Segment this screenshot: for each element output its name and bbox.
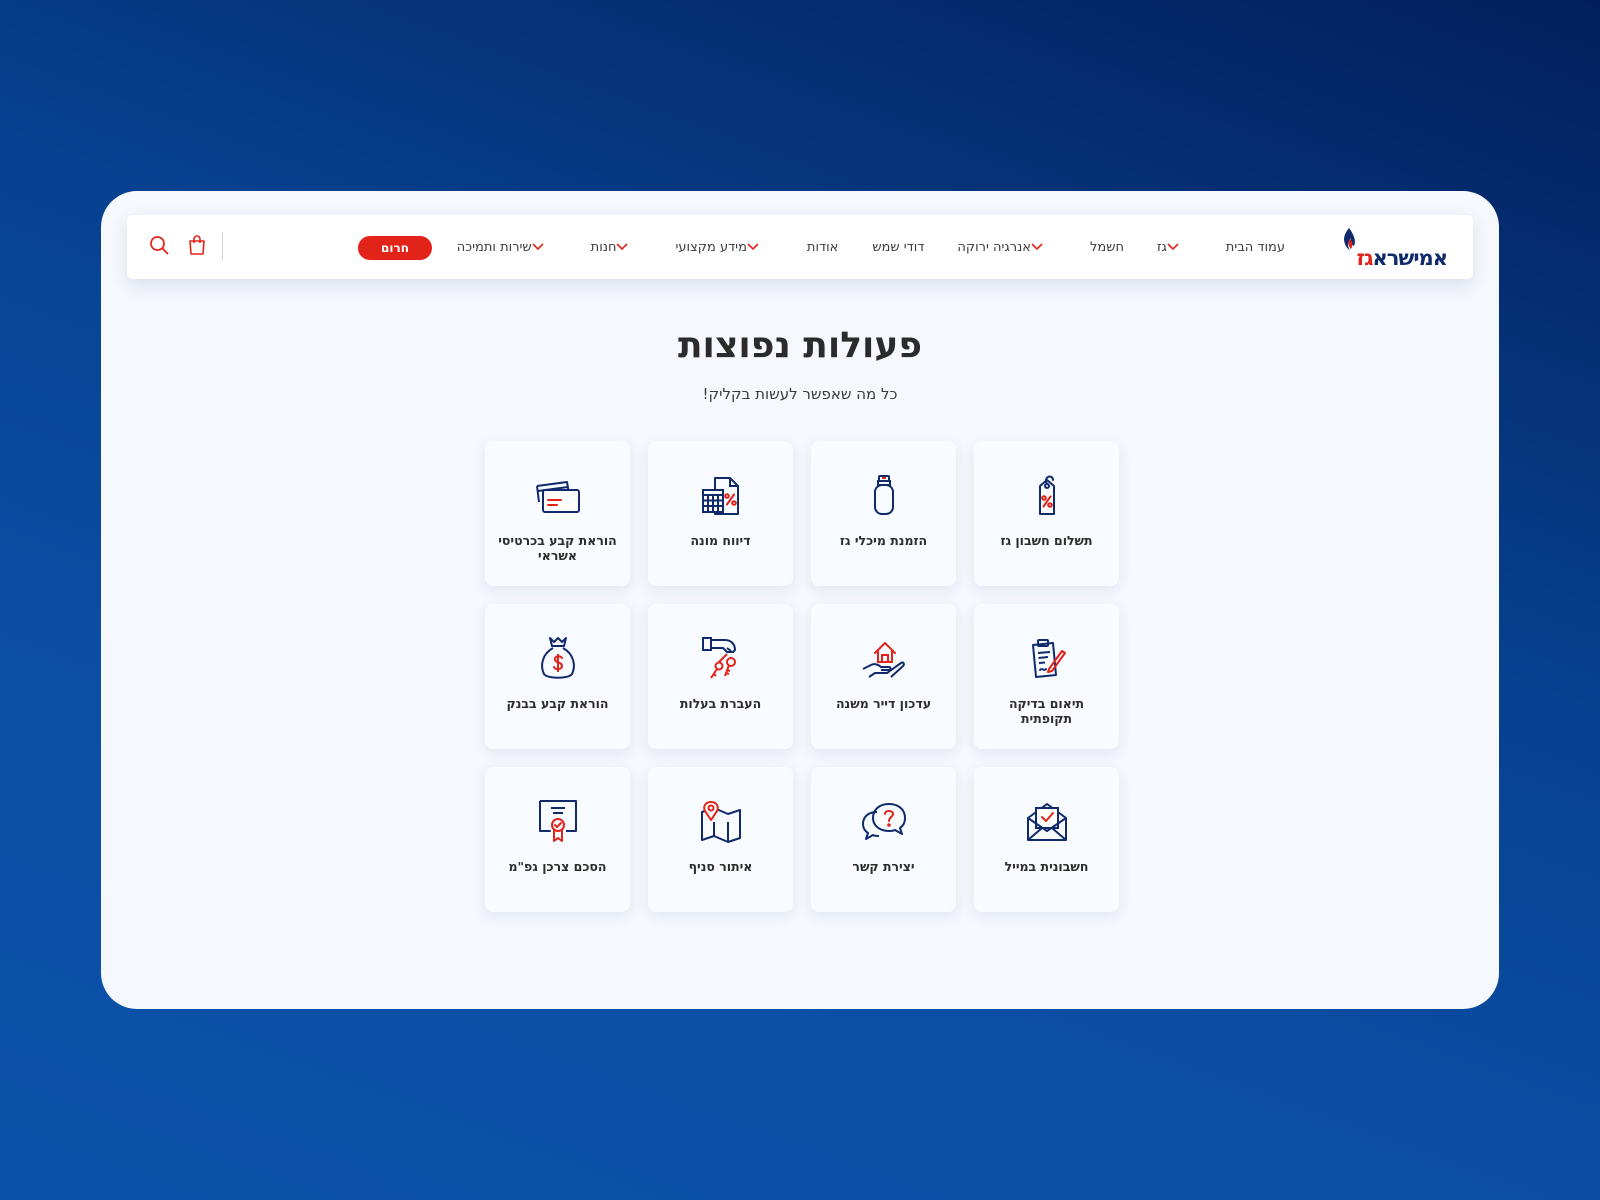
chevron-down-icon (747, 243, 759, 251)
certificate-icon (532, 797, 584, 847)
nav-item-shop[interactable]: חנות (591, 240, 643, 255)
action-label: תיאום בדיקה תקופתית (1008, 696, 1085, 726)
action-label: עדכון דייר משנה (835, 696, 932, 711)
gas-cylinder-icon (858, 471, 910, 521)
chevron-down-icon (1031, 243, 1043, 251)
action-label: הזמנת מיכלי גז (839, 533, 928, 548)
action-label: דיווח מונה (690, 533, 751, 548)
page-title: פעולות נפוצות (677, 325, 923, 366)
action-card-periodic-inspection[interactable]: תיאום בדיקה תקופתית (974, 604, 1119, 749)
action-label: חשבונית במייל (1004, 859, 1089, 874)
chevron-down-icon (1167, 243, 1179, 251)
action-card-lpg-consumer-agreement[interactable]: הסכם צרכן גפ"מ (485, 767, 630, 912)
nav-item-label: מידע מקצועי (675, 239, 747, 255)
actions-grid: תשלום חשבון גז הזמנת מיכלי גז דיווח מונה… (483, 441, 1119, 912)
credit-cards-icon (532, 471, 584, 521)
action-label: הוראת קבע בכרטיסי אשראי (498, 533, 617, 563)
action-label: הסכם צרכן גפ"מ (508, 859, 607, 874)
flame-icon (1344, 228, 1355, 250)
nav-item-label: גז (1156, 239, 1167, 255)
logo-text-red: גז (1356, 246, 1374, 270)
nav-divider (222, 233, 223, 261)
action-card-update-subtenant[interactable]: עדכון דייר משנה (811, 604, 956, 749)
chevron-down-icon (532, 243, 544, 251)
action-card-credit-card-standing-order[interactable]: הוראת קבע בכרטיסי אשראי (485, 441, 630, 586)
logo-wordmark: אמישראגז (1356, 246, 1448, 270)
money-bag-icon (532, 634, 584, 684)
main-menu: עמוד הבית גז חשמל אנרגיה ירוקה דודי שמש … (457, 215, 1285, 279)
map-pin-icon (695, 797, 747, 847)
envelope-check-icon (1021, 797, 1073, 847)
action-card-bank-standing-order[interactable]: הוראת קבע בבנק (485, 604, 630, 749)
nav-item-electricity[interactable]: חשמל (1090, 240, 1124, 255)
action-label: הוראת קבע בבנק (506, 696, 609, 711)
nav-item-service-support[interactable]: שירות ותמיכה (457, 240, 558, 255)
action-card-ownership-transfer[interactable]: העברת בעלות (648, 604, 793, 749)
cart-icon[interactable] (188, 235, 206, 259)
action-card-meter-report[interactable]: דיווח מונה (648, 441, 793, 586)
house-hand-icon (858, 634, 910, 684)
nav-item-gas[interactable]: גז (1157, 240, 1193, 255)
nav-item-label: דודי שמש (872, 239, 925, 255)
action-card-contact[interactable]: יצירת קשר (811, 767, 956, 912)
nav-item-label: שירות ותמיכה (456, 239, 532, 255)
chat-question-icon (858, 797, 910, 847)
search-icon[interactable] (149, 235, 169, 259)
nav-item-label: עמוד הבית (1225, 239, 1285, 255)
action-label: העברת בעלות (679, 696, 762, 711)
nav-item-label: אנרגיה ירוקה (957, 239, 1032, 255)
nav-item-professional-info[interactable]: מידע מקצועי (675, 240, 772, 255)
action-card-email-invoice[interactable]: חשבונית במייל (974, 767, 1119, 912)
nav-item-label: חנות (590, 239, 617, 255)
action-label: יצירת קשר (852, 859, 915, 874)
clipboard-pen-icon (1021, 634, 1073, 684)
top-navbar: אמישראגז עמוד הבית גז חשמל אנרגיה ירוקה … (127, 215, 1473, 279)
action-card-find-branch[interactable]: איתור סניף (648, 767, 793, 912)
nav-item-home[interactable]: עמוד הבית (1226, 240, 1285, 255)
logo-text-blue: אמישרא (1372, 246, 1448, 270)
hand-keys-icon (695, 634, 747, 684)
nav-item-green-energy[interactable]: אנרגיה ירוקה (957, 240, 1057, 255)
action-card-pay-gas-bill[interactable]: תשלום חשבון גז (974, 441, 1119, 586)
nav-item-solar-heaters[interactable]: דודי שמש (872, 240, 924, 255)
chevron-down-icon (616, 243, 629, 251)
browser-frame: אמישראגז עמוד הבית גז חשמל אנרגיה ירוקה … (101, 191, 1499, 1009)
action-label: תשלום חשבון גז (1000, 533, 1093, 548)
emergency-button[interactable]: חרום (358, 236, 432, 260)
action-label: איתור סניף (688, 859, 753, 874)
calculator-document-icon (695, 471, 747, 521)
price-tag-percent-icon (1021, 471, 1073, 521)
nav-item-about[interactable]: אודות (807, 240, 838, 255)
nav-item-label: חשמל (1090, 239, 1124, 255)
action-card-order-gas-cylinders[interactable]: הזמנת מיכלי גז (811, 441, 956, 586)
brand-logo[interactable]: אמישראגז (1339, 227, 1448, 270)
page-subtitle: כל מה שאפשר לעשות בקליק! (702, 385, 898, 403)
nav-item-label: אודות (806, 239, 839, 255)
